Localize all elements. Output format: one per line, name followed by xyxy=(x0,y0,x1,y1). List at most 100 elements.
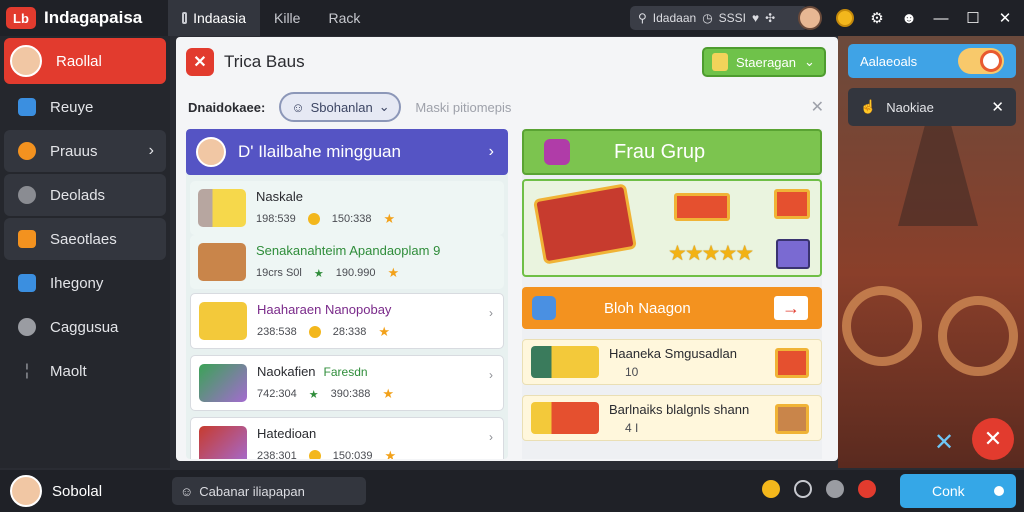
notification-toggle[interactable]: Aalaeoals xyxy=(848,44,1016,78)
bottom-bar: Sobolal ☺ Cabanar iliapapan xyxy=(0,470,1024,512)
filter-select[interactable]: ☺ Sbohanlan ⌄ xyxy=(279,92,402,122)
tab-rack[interactable]: Rack xyxy=(314,0,374,36)
chart-icon xyxy=(18,98,36,116)
group-icon xyxy=(544,139,570,165)
notification-icon[interactable] xyxy=(858,480,876,498)
mission-list: D' Ilailbahe mingguan › Naskale 198:539 … xyxy=(186,129,508,459)
notification-item[interactable]: ☝ Naokiae ✕ xyxy=(848,88,1016,126)
reward-item[interactable]: Haaneka Smgusadlan 10 xyxy=(522,339,822,385)
tab-kille[interactable]: Kille xyxy=(260,0,314,36)
close-icon[interactable]: ✕ xyxy=(996,9,1014,27)
cross-icon[interactable]: ✕ xyxy=(934,428,954,457)
sidebar-item-reuye[interactable]: Reuye xyxy=(4,86,166,128)
group-button[interactable]: Frau Grup xyxy=(522,129,822,175)
minimize-icon[interactable]: — xyxy=(932,9,950,27)
filter-placeholder[interactable]: Maski pitiomepis xyxy=(415,100,511,115)
list-item[interactable]: Hatedioan 238:301 150:039 ★ › xyxy=(190,417,504,459)
sidebar-item-ihegony[interactable]: Ihegony xyxy=(4,262,166,304)
chevron-down-icon: ⌄ xyxy=(378,99,390,114)
connect-button[interactable]: Conk xyxy=(900,474,1016,508)
toggle-switch[interactable] xyxy=(958,48,1004,74)
sidebar: Raollal Reuye Prauus › Deolads Saeotlaes… xyxy=(0,36,170,468)
reward-count: 4 I xyxy=(625,420,639,435)
notification-label: Naokiae xyxy=(886,99,934,115)
close-icon[interactable]: ✕ xyxy=(811,97,824,117)
brand[interactable]: Lb Indagapaisa xyxy=(0,0,168,36)
avatar xyxy=(196,137,226,167)
reward-title: Barlnaiks blalgnls shann xyxy=(609,401,750,417)
heart-icon: ♥ xyxy=(752,11,760,25)
item-value: 150:039 xyxy=(332,450,373,459)
filter-label: Dnaidokaee: xyxy=(188,99,266,115)
maximize-icon[interactable]: ☐ xyxy=(964,9,982,27)
item-title: Senakanahteim Apandaoplam 9 xyxy=(256,243,441,258)
weekly-header[interactable]: D' Ilailbahe mingguan › xyxy=(186,129,508,175)
tab-indaasia[interactable]: Indaasia xyxy=(168,0,260,36)
gift-box-icon xyxy=(199,364,247,402)
sidebar-item-label: Maolt xyxy=(50,362,87,380)
chevron-right-icon: › xyxy=(148,142,154,159)
sidebar-item-deolads[interactable]: Deolads xyxy=(4,174,166,216)
sidebar-item-raollal[interactable]: Raollal xyxy=(4,38,166,84)
shop-button[interactable]: Bloh Naagon → xyxy=(522,287,822,329)
chevron-right-icon: › xyxy=(489,306,493,320)
gift-box-icon xyxy=(674,193,730,221)
panel-action-button[interactable]: Staeragan ⌄ xyxy=(702,47,826,77)
top-bar: Lb Indagapaisa Indaasia Kille Rack ⚲ Ida… xyxy=(0,0,1024,36)
star-icon: ★ xyxy=(313,267,324,280)
avatar xyxy=(10,45,42,77)
chevron-down-icon: ⌄ xyxy=(804,54,815,69)
coin-icon[interactable] xyxy=(762,480,780,498)
mascot-icon[interactable]: ☻ xyxy=(900,9,918,27)
coin-icon[interactable] xyxy=(836,9,854,27)
chat-input-text: Cabanar iliapapan xyxy=(199,483,305,499)
search-count: SSSI xyxy=(718,11,747,25)
sidebar-item-maolt[interactable]: ¦ Maolt xyxy=(4,350,166,392)
save-icon xyxy=(532,296,556,320)
rewards-showcase[interactable]: ★★★★★ xyxy=(522,179,822,277)
panel-logo-icon: ✕ xyxy=(186,48,214,76)
tab-square-icon xyxy=(182,12,188,24)
orange-dot-icon xyxy=(18,142,36,160)
bottom-icons xyxy=(762,480,876,498)
sidebar-item-label: Caggusua xyxy=(50,318,119,336)
item-title: Hatedioan xyxy=(257,426,317,441)
ghost-icon xyxy=(712,53,728,71)
glasses-illustration xyxy=(842,286,922,366)
search-icon: ⚲ xyxy=(638,11,647,25)
rewards-column: Frau Grup ★★★★★ Bloh Naagon → Haaneka Sm… xyxy=(522,129,822,459)
search-pill[interactable]: ⚲ Idadaan ◷ SSSI ♥ ✣ xyxy=(630,6,808,30)
puzzle-icon[interactable] xyxy=(826,480,844,498)
sidebar-item-caggusua[interactable]: Caggusua xyxy=(4,306,166,348)
chat-input[interactable]: ☺ Cabanar iliapapan xyxy=(172,477,366,505)
notification-label: Aalaeoals xyxy=(860,53,918,69)
coin-icon xyxy=(308,450,321,459)
list-item[interactable]: Senakanahteim Apandaoplam 9 19crs S0l ★ … xyxy=(190,235,504,289)
close-button[interactable]: ✕ xyxy=(972,418,1014,460)
settings-icon[interactable]: ⚙ xyxy=(868,9,886,27)
main-panel: ✕ Trica Baus Staeragan ⌄ Dnaidokaee: ☺ S… xyxy=(176,37,838,461)
close-icon[interactable]: ✕ xyxy=(991,98,1004,116)
coin-icon xyxy=(308,326,321,338)
arrow-right-icon: → xyxy=(774,296,808,320)
action-label: Staeragan xyxy=(736,54,796,70)
star-rating: ★★★★★ xyxy=(668,242,754,265)
list-item[interactable]: Naskale 198:539 150:338 ★ xyxy=(190,181,504,235)
sidebar-item-prauus[interactable]: Prauus › xyxy=(4,130,166,172)
list-item[interactable]: Haaharaen Nanopobay 238:538 28:338 ★ › xyxy=(190,293,504,349)
reward-item[interactable]: Barlnaiks blalgnls shann 4 I xyxy=(522,395,822,441)
user-avatar[interactable] xyxy=(798,6,822,30)
app-title: Indagapaisa xyxy=(44,8,143,27)
item-code: 19crs S0l xyxy=(256,267,302,279)
item-value: 150:338 xyxy=(331,213,372,225)
item-code: 238:538 xyxy=(257,326,297,338)
list-item[interactable]: Naokafien Faresdn 742:304 ★ 390:388 ★ › xyxy=(190,355,504,411)
sidebar-item-saeotlaes[interactable]: Saeotlaes xyxy=(4,218,166,260)
item-title: Naskale xyxy=(256,189,303,204)
item-code: 238:301 xyxy=(257,450,297,459)
toggle-knob xyxy=(980,50,1002,72)
user-profile[interactable]: Sobolal xyxy=(0,475,170,507)
chevron-right-icon: › xyxy=(488,143,494,160)
settings-icon[interactable] xyxy=(794,480,812,498)
avatar xyxy=(10,475,42,507)
